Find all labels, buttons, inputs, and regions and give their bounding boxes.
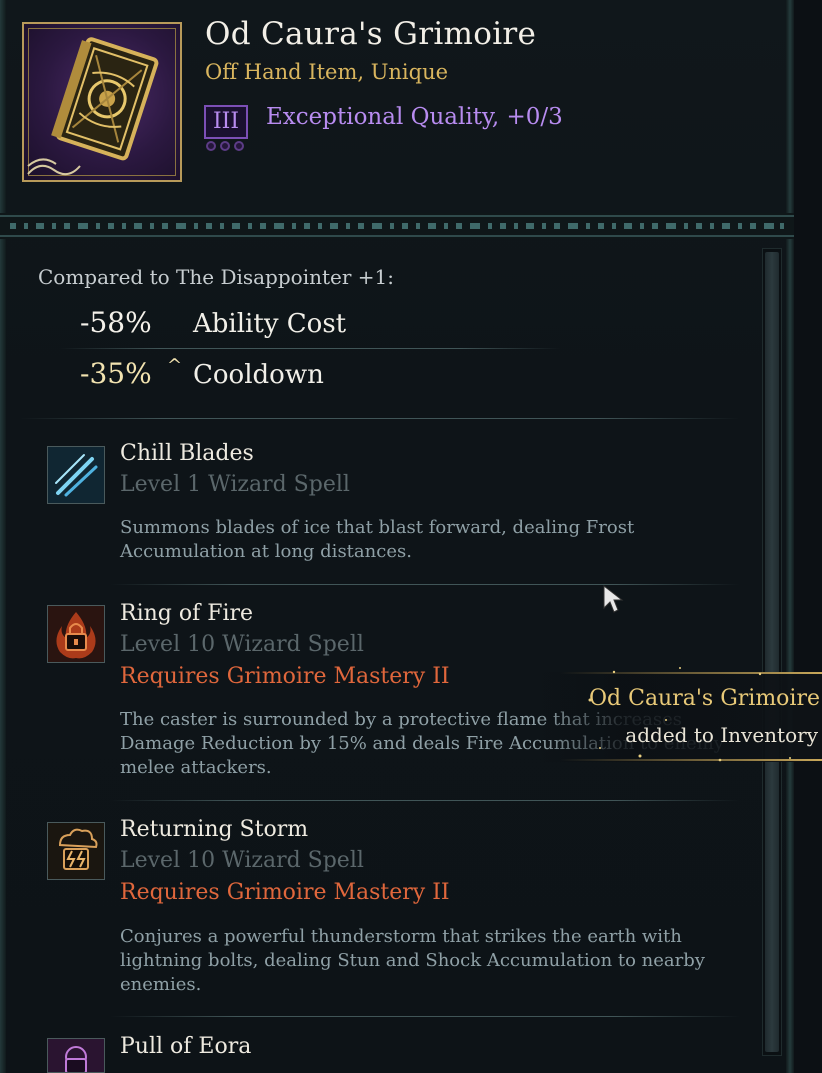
spell-requirement: Requires Grimoire Mastery II: [120, 880, 450, 905]
spell-description-line: Accumulation at long distances.: [120, 541, 412, 562]
sparkle-icon: [588, 667, 791, 762]
quality-tier-badge: III: [204, 105, 248, 139]
spell-description-line: Summons blades of ice that blast forward…: [120, 517, 635, 538]
stat-value: -58%: [80, 306, 152, 339]
mouse-cursor-icon: [603, 584, 624, 613]
improvement-arrow-icon: ^: [167, 355, 183, 376]
spell-separator: [110, 1016, 740, 1017]
grimoire-book-icon: [27, 37, 159, 176]
spell-separator: [110, 584, 740, 585]
section-separator: [20, 418, 740, 419]
spell-level: Level 10 Wizard Spell: [120, 848, 364, 873]
toast-item-name: Od Caura's Grimoire: [589, 686, 820, 711]
spell-requirement: Requires Grimoire Mastery II: [120, 664, 450, 689]
spell-name: Ring of Fire: [120, 601, 254, 626]
stat-separator: [60, 348, 560, 349]
spell-description: Summons blades of ice that blast forward…: [120, 516, 740, 564]
tier-pip: [234, 141, 244, 151]
ice-blades-icon: [47, 446, 105, 504]
spell-level: Level 1 Wizard Spell: [120, 472, 350, 497]
item-name: Od Caura's Grimoire: [205, 16, 537, 52]
item-type: Off Hand Item, Unique: [205, 60, 449, 84]
spell-level: Level 10 Wizard Spell: [120, 632, 364, 657]
tier-pip: [220, 141, 230, 151]
item-quality: Exceptional Quality, +0/3: [266, 104, 563, 130]
spell-separator: [110, 800, 740, 801]
spell-description-line: lightning bolts, dealing Stun and Shock …: [120, 950, 705, 971]
spell-name: Chill Blades: [120, 441, 254, 466]
item-header: Od Caura's Grimoire Off Hand Item, Uniqu…: [0, 0, 794, 215]
toast-message: added to Inventory: [625, 723, 818, 747]
tier-pips: [206, 141, 250, 153]
stat-name: Cooldown: [193, 360, 324, 390]
locked-eora-icon: [47, 1038, 105, 1073]
compare-label: Compared to The Disappointer +1:: [38, 265, 394, 289]
item-portrait: [22, 22, 182, 182]
locked-storm-icon: [47, 822, 105, 880]
spell-description: Conjures a powerful thunderstorm that st…: [120, 925, 740, 997]
stat-value: -35%: [80, 357, 152, 390]
spell-name: Returning Storm: [120, 817, 309, 842]
scrollbar-thumb[interactable]: [765, 252, 779, 1052]
stat-name: Ability Cost: [193, 309, 347, 339]
spell-name: Pull of Eora: [120, 1034, 252, 1059]
tier-pip: [206, 141, 216, 151]
ornamental-divider: [0, 213, 794, 239]
spell-description-line: Conjures a powerful thunderstorm that st…: [120, 926, 682, 947]
spell-description-line: enemies.: [120, 974, 202, 995]
locked-fire-icon: [47, 605, 105, 663]
